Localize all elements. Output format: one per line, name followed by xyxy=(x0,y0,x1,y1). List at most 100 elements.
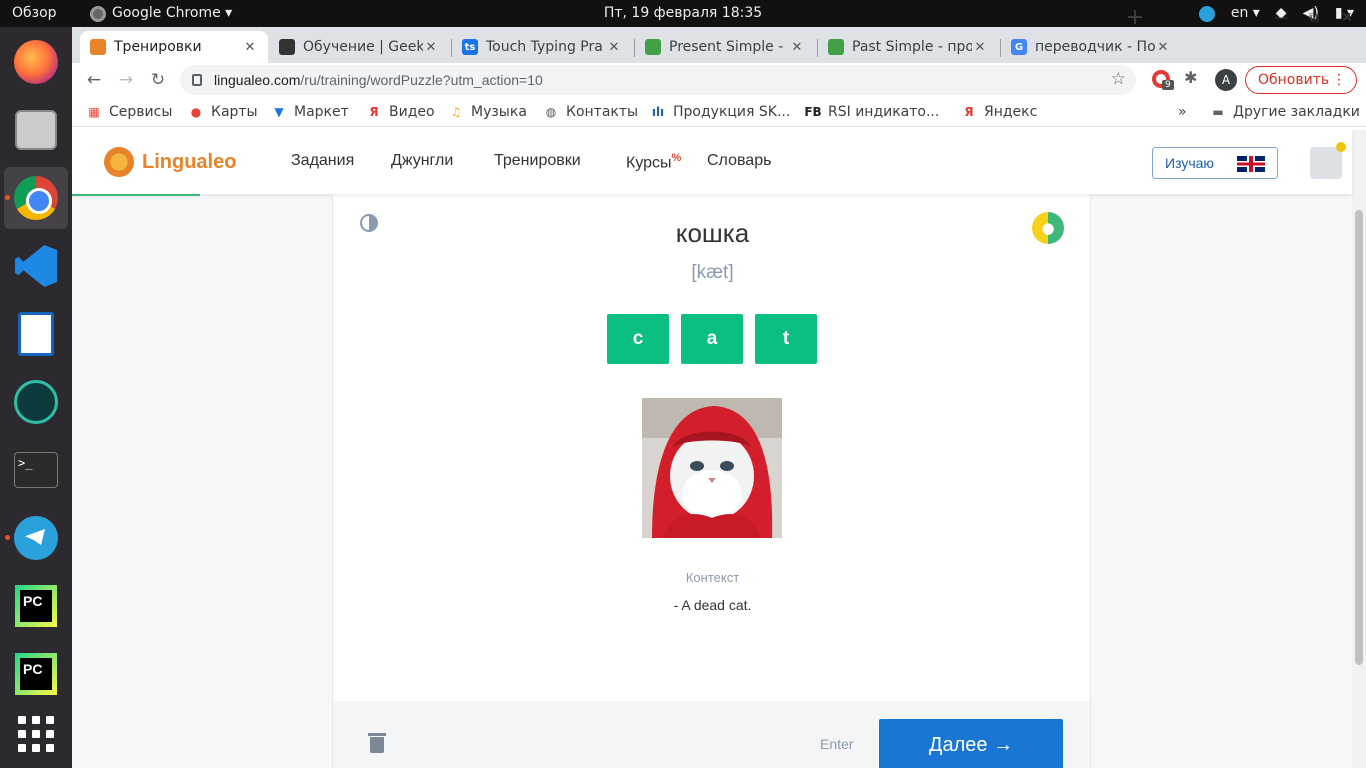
browser-tab[interactable]: Past Simple - про ✕ xyxy=(818,31,998,63)
next-button[interactable]: Далее → xyxy=(879,719,1063,768)
browser-tab[interactable]: Обучение | GeekB ✕ xyxy=(269,31,449,63)
lingualeo-logo[interactable]: Lingualeo xyxy=(104,147,236,177)
close-tab-icon[interactable]: ✕ xyxy=(789,40,805,55)
nav-courses[interactable]: Курсы% xyxy=(626,152,681,172)
site-header: Lingualeo Задания Джунгли Тренировки Кур… xyxy=(72,130,1352,196)
tab-separator xyxy=(817,39,818,57)
forward-button[interactable]: → xyxy=(112,66,140,94)
minimize-button[interactable]: — xyxy=(1266,4,1296,32)
page-scrollbar[interactable] xyxy=(1352,130,1366,768)
bookmark-label: RSI индикато... xyxy=(828,104,940,120)
other-bookmarks-folder[interactable]: ▬ Другие закладки xyxy=(1210,97,1360,127)
telegram-tray-icon[interactable] xyxy=(1198,5,1215,22)
dock-vscode[interactable] xyxy=(4,235,68,297)
bookmark-item[interactable]: ılı Продукция SK... xyxy=(650,97,791,127)
bookmark-label: Сервисы xyxy=(109,104,173,120)
dock-gitkraken[interactable] xyxy=(4,371,68,433)
folder-icon: ▬ xyxy=(1212,105,1224,119)
bookmark-item[interactable]: FB RSI индикато... xyxy=(804,97,940,127)
tab-separator xyxy=(451,39,452,57)
card-footer: Enter Далее → xyxy=(333,701,1090,768)
tab-title: Тренировки xyxy=(114,39,202,55)
typingstudy-icon: ts xyxy=(462,39,478,55)
browser-tab[interactable]: Gпереводчик - По ✕ xyxy=(1001,31,1181,63)
bookmark-star-icon[interactable]: ☆ xyxy=(1111,69,1126,89)
skoltech-icon: ılı xyxy=(651,105,665,119)
yandex-icon: Я xyxy=(369,105,379,119)
crown-icon xyxy=(1336,142,1346,152)
dock-telegram[interactable] xyxy=(4,507,68,569)
dock-pycharm[interactable]: PC xyxy=(4,575,68,637)
lion-icon xyxy=(104,147,134,177)
tab-title: Present Simple - п xyxy=(669,39,789,55)
browser-tab[interactable]: Тренировки ✕ xyxy=(80,31,268,63)
bookmark-label: Продукция SK... xyxy=(673,104,791,120)
close-tab-icon[interactable]: ✕ xyxy=(242,40,258,55)
menu-dots-icon: ⋮ xyxy=(1332,72,1346,88)
close-window-button[interactable]: ✕ xyxy=(1332,4,1362,32)
app-grid-icon xyxy=(18,716,54,752)
bookmark-item[interactable]: ▼ Маркет xyxy=(271,97,349,127)
music-icon: ♫ xyxy=(450,105,462,119)
dock-firefox[interactable] xyxy=(4,31,68,93)
new-tab-button[interactable]: + xyxy=(1121,4,1149,32)
letter-tile[interactable]: a xyxy=(681,314,743,364)
update-button[interactable]: Обновить ⋮ xyxy=(1245,66,1357,94)
letter-tile[interactable]: c xyxy=(607,314,669,364)
telegram-icon xyxy=(14,516,58,560)
close-tab-icon[interactable]: ✕ xyxy=(1155,40,1171,55)
pycharm-ce-icon: PC xyxy=(15,653,57,695)
bookmarks-bar: ▦ Сервисы ● Карты ▼ Маркет Я Видео ♫ Музыка ◍ Конта… xyxy=(72,97,1366,127)
reload-button[interactable]: ↻ xyxy=(144,66,172,94)
extensions-puzzle-icon[interactable]: ✱ xyxy=(1184,68,1197,87)
nav-jungle[interactable]: Джунгли xyxy=(391,152,453,170)
bookmark-item[interactable]: ♫ Музыка xyxy=(448,97,527,127)
close-tab-icon[interactable]: ✕ xyxy=(606,40,622,55)
profile-avatar[interactable]: A xyxy=(1215,69,1237,91)
clock[interactable]: Пт, 19 февраля 18:35 xyxy=(0,0,1366,27)
scrollbar-thumb[interactable] xyxy=(1355,210,1363,665)
bookmark-label: Видео xyxy=(389,104,435,120)
dock-pycharm-ce[interactable]: PC xyxy=(4,643,68,705)
nav-dictionary[interactable]: Словарь xyxy=(707,152,771,170)
url-text[interactable]: lingualeo.com/ru/training/wordPuzzle?utm… xyxy=(214,72,543,88)
address-bar[interactable]: lingualeo.com/ru/training/wordPuzzle?utm… xyxy=(180,65,1136,95)
keyboard-layout[interactable]: en ▾ xyxy=(1231,0,1260,27)
word-translation: кошка xyxy=(675,218,750,248)
close-tab-icon[interactable]: ✕ xyxy=(972,40,988,55)
letter-tile[interactable]: t xyxy=(755,314,817,364)
user-avatar[interactable] xyxy=(1310,147,1342,179)
bookmark-label: Маркет xyxy=(294,104,349,120)
bookmark-item[interactable]: ◍ Контакты xyxy=(543,97,638,127)
apps-grid-icon: ▦ xyxy=(88,105,100,119)
browser-tab[interactable]: ts Touch Typing Pra ✕ xyxy=(452,31,632,63)
nav-tasks[interactable]: Задания xyxy=(291,152,354,170)
word-puzzle-card: ● кошка [kæt] c a t Контекст - A dead ca… xyxy=(332,194,1091,768)
dock-files[interactable] xyxy=(4,99,68,161)
fb-icon: FB xyxy=(804,105,822,119)
bookmark-item[interactable]: ▦ Сервисы xyxy=(86,97,172,127)
dock-chrome[interactable] xyxy=(4,167,68,229)
tab-separator xyxy=(634,39,635,57)
yandex-icon: Я xyxy=(964,105,974,119)
bookmark-item[interactable]: Я Яндекс xyxy=(961,97,1037,127)
firefox-icon xyxy=(14,40,58,84)
browser-tab[interactable]: Present Simple - п ✕ xyxy=(635,31,815,63)
maximize-button[interactable]: ⧉ xyxy=(1299,4,1329,32)
dock-writer[interactable] xyxy=(4,303,68,365)
nav-training[interactable]: Тренировки xyxy=(494,152,581,170)
lingualeo-icon xyxy=(90,39,106,55)
bookmark-item[interactable]: Я Видео xyxy=(366,97,435,127)
bookmarks-overflow-button[interactable]: » xyxy=(1178,97,1187,127)
trash-icon[interactable] xyxy=(368,733,386,753)
bookmark-item[interactable]: ● Карты xyxy=(188,97,258,127)
globe-icon: ◍ xyxy=(545,105,557,119)
lock-icon[interactable] xyxy=(192,74,202,86)
dock-show-apps[interactable] xyxy=(4,703,68,765)
close-tab-icon[interactable]: ✕ xyxy=(423,40,439,55)
maps-pin-icon: ● xyxy=(190,105,202,119)
enter-hint: Enter xyxy=(820,736,854,752)
learning-language-button[interactable]: Изучаю xyxy=(1152,147,1278,179)
back-button[interactable]: ← xyxy=(80,66,108,94)
dock-terminal[interactable]: >_ xyxy=(4,439,68,501)
